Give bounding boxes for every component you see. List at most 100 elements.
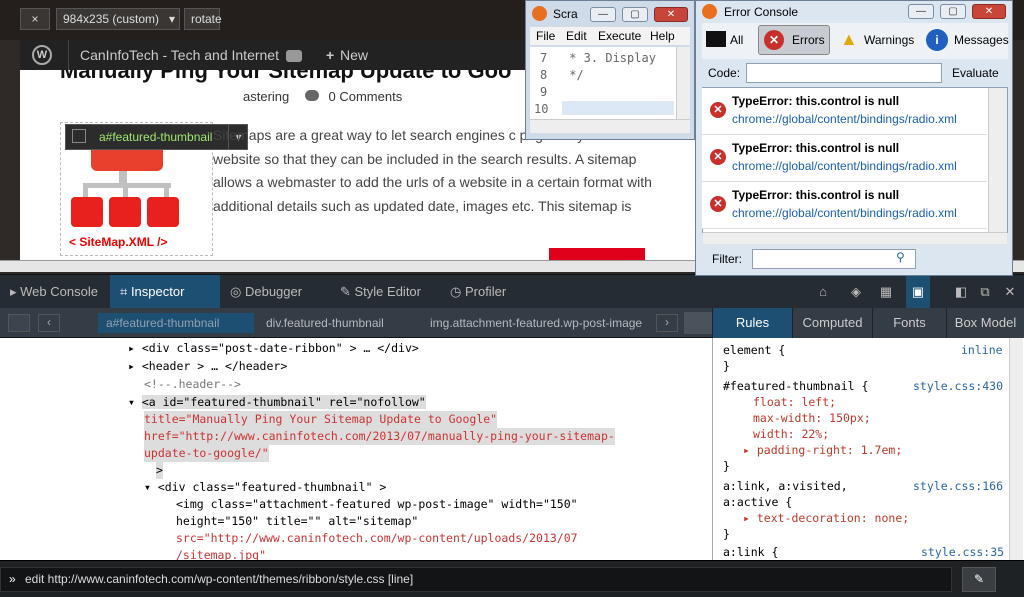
tab-style-editor[interactable]: ✎ Style Editor: [340, 275, 421, 309]
menu-execute[interactable]: Execute: [598, 29, 641, 43]
pick-element-icon[interactable]: [8, 314, 30, 332]
rotate-button[interactable]: rotate: [184, 8, 222, 30]
chevron-right-icon[interactable]: ›: [656, 314, 678, 332]
filter-bar: Filter: ⚲: [702, 247, 1008, 271]
filter-all[interactable]: All: [730, 33, 743, 47]
close-button[interactable]: ✕: [972, 4, 1006, 19]
responsive-icon[interactable]: ▣: [906, 275, 930, 309]
scratchpad-editor[interactable]: 7 8 9 10 * 3. Display */: [530, 47, 690, 119]
minimize-button[interactable]: —: [590, 7, 616, 22]
breadcrumb-item[interactable]: a#featured-thumbnail: [98, 313, 254, 333]
editor-hscrollbar[interactable]: [530, 119, 690, 133]
undock-icon[interactable]: ⧉: [977, 275, 993, 309]
close-responsive-button[interactable]: ×: [20, 8, 50, 30]
error-location-link[interactable]: chrome://global/content/bindings/radio.x…: [732, 112, 957, 126]
error-row[interactable]: ✕ TypeError: this.control is null chrome…: [702, 88, 987, 135]
divider: [68, 40, 69, 70]
search-icon[interactable]: [684, 312, 712, 334]
menu-help[interactable]: Help: [650, 29, 675, 43]
rule-source[interactable]: inline: [961, 342, 1003, 358]
editor-scrollbar[interactable]: [676, 47, 690, 119]
error-list-hscrollbar[interactable]: [703, 232, 1007, 244]
tab-inspector[interactable]: ⌗ Inspector: [110, 275, 220, 309]
evaluate-button[interactable]: Evaluate: [952, 66, 999, 80]
rule-source[interactable]: style.css:166: [913, 478, 1003, 494]
tab-rules[interactable]: Rules: [712, 308, 792, 338]
preset-select[interactable]: 984x235 (custom) ▾: [56, 8, 180, 30]
chevron-down-icon: ▾: [168, 12, 175, 26]
rule-property[interactable]: ▸ padding-right: 1.7em;: [743, 442, 902, 458]
comments-link[interactable]: 0 Comments: [329, 89, 403, 104]
rules-view[interactable]: element { inline } #featured-thumbnail {…: [712, 338, 1024, 560]
tab-box-model[interactable]: Box Model: [946, 308, 1024, 338]
minimize-button[interactable]: —: [908, 4, 934, 19]
rule-selector[interactable]: a:link {: [723, 544, 778, 560]
rule-selector[interactable]: #featured-thumbnail {: [723, 378, 868, 394]
tab-web-console[interactable]: ▸ Web Console: [10, 275, 98, 309]
markup-view[interactable]: ▸ <div class="post-date-ribbon" > … </di…: [0, 338, 712, 560]
line-number: 8: [540, 68, 548, 82]
chevron-left-icon[interactable]: ‹: [38, 314, 60, 332]
filter-messages[interactable]: Messages: [954, 33, 1009, 47]
warning-icon: ▲: [840, 29, 858, 49]
code-input[interactable]: [746, 63, 942, 83]
breadcrumb-item[interactable]: div.featured-thumbnail: [258, 313, 384, 333]
rule-property[interactable]: max-width: 150px;: [753, 410, 871, 426]
maximize-button[interactable]: ▢: [622, 7, 648, 22]
pick-icon[interactable]: [72, 129, 86, 143]
red-banner: [549, 248, 645, 260]
sidebar-tabs: Rules Computed Fonts Box Model: [712, 308, 1024, 338]
markup-line-selected[interactable]: ▾ <a id="featured-thumbnail" rel="nofoll…: [128, 394, 426, 411]
tab-profiler[interactable]: ◷ Profiler: [450, 275, 506, 309]
filter-input[interactable]: [752, 249, 916, 269]
error-location-link[interactable]: chrome://global/content/bindings/radio.x…: [732, 206, 957, 220]
comment-icon[interactable]: [286, 50, 302, 62]
error-console-titlebar[interactable]: Error Console — ▢ ✕: [696, 1, 1012, 23]
paintbrush-icon[interactable]: ▦: [878, 275, 894, 309]
rule-property[interactable]: float: left;: [753, 394, 836, 410]
rule-selector[interactable]: element {: [723, 342, 785, 358]
scratchpad-titlebar[interactable]: Scra — ▢ ✕: [526, 1, 694, 27]
filter-warnings[interactable]: Warnings: [864, 33, 914, 47]
markup-comment[interactable]: <!--.header-->: [144, 376, 241, 393]
rules-scrollbar[interactable]: [1009, 338, 1023, 560]
scratchpad-menubar: File Edit Execute Help: [530, 27, 690, 45]
error-row[interactable]: ✕ TypeError: this.control is null chrome…: [702, 182, 987, 229]
rule-source[interactable]: style.css:35: [921, 544, 1004, 560]
maximize-button[interactable]: ▢: [940, 4, 966, 19]
scratchpad-window: Scra — ▢ ✕ File Edit Execute Help 7 8 9 …: [525, 0, 695, 140]
site-name-link[interactable]: CanInfoTech - Tech and Internet: [80, 47, 279, 63]
command-input[interactable]: » edit http://www.caninfotech.com/wp-con…: [0, 567, 952, 592]
new-link[interactable]: New: [340, 47, 368, 63]
wrench-icon[interactable]: ✎: [962, 567, 996, 592]
cube-icon[interactable]: ◈: [848, 275, 864, 309]
markup-line[interactable]: <img class="attachment-featured wp-post-…: [176, 496, 578, 513]
rule-property[interactable]: ▸ text-decoration: none;: [743, 510, 909, 526]
markup-line[interactable]: ▸ <header > … </header>: [128, 358, 287, 375]
menu-file[interactable]: File: [536, 29, 555, 43]
broom-icon[interactable]: ⌂: [815, 275, 831, 309]
dock-icon[interactable]: ◧: [953, 275, 969, 309]
error-list-scrollbar[interactable]: [988, 88, 1007, 232]
tab-computed[interactable]: Computed: [792, 308, 872, 338]
markup-line[interactable]: ▾ <div class="featured-thumbnail" >: [144, 479, 386, 496]
breadcrumb-item[interactable]: img.attachment-featured.wp-post-image: [422, 313, 642, 333]
rule-selector[interactable]: a:active {: [723, 494, 792, 510]
tab-fonts[interactable]: Fonts: [872, 308, 946, 338]
error-row[interactable]: ✕ TypeError: this.control is null chrome…: [702, 135, 987, 182]
error-icon: ✕: [764, 30, 784, 50]
code-label: Code:: [708, 66, 741, 80]
wordpress-icon[interactable]: W: [32, 45, 52, 65]
rule-property[interactable]: width: 22%;: [753, 426, 829, 442]
filter-errors[interactable]: Errors: [792, 33, 825, 47]
meta-author[interactable]: astering: [243, 89, 289, 104]
close-icon[interactable]: ✕: [1002, 275, 1018, 309]
tooltip-selector: a#featured-thumbnail: [99, 130, 213, 144]
rule-selector[interactable]: a:link, a:visited,: [723, 478, 848, 494]
rule-source[interactable]: style.css:430: [913, 378, 1003, 394]
tab-debugger[interactable]: ◎ Debugger: [230, 275, 302, 309]
markup-line[interactable]: ▸ <div class="post-date-ribbon" > … </di…: [128, 340, 419, 357]
close-button[interactable]: ✕: [654, 7, 688, 22]
error-location-link[interactable]: chrome://global/content/bindings/radio.x…: [732, 159, 957, 173]
menu-edit[interactable]: Edit: [566, 29, 587, 43]
